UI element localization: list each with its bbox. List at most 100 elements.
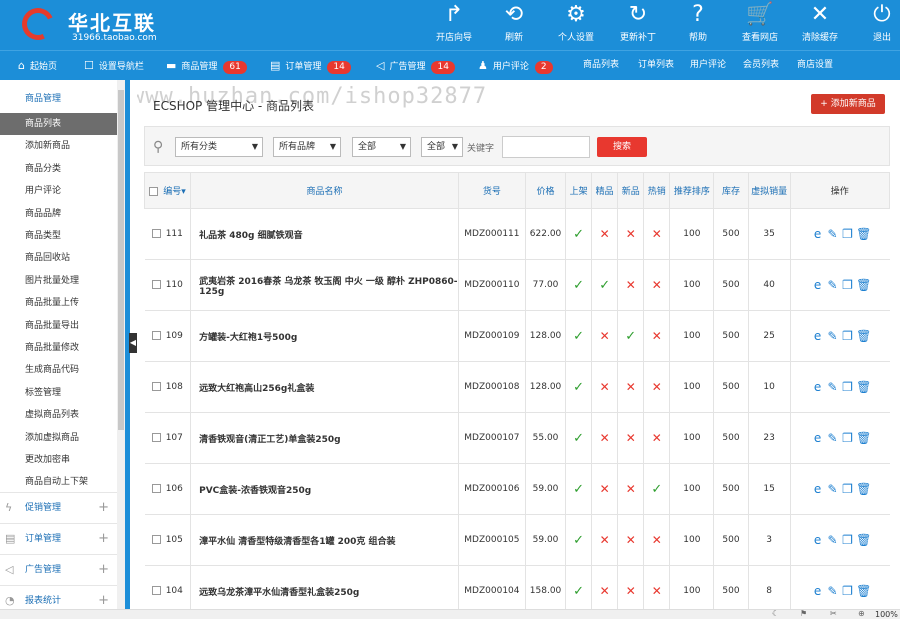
- trash-icon[interactable]: 🗑: [856, 482, 871, 496]
- edit-icon[interactable]: ✎: [826, 584, 839, 598]
- sort-order[interactable]: 100: [669, 259, 714, 311]
- sidebar-collapse-button[interactable]: ◀: [129, 333, 137, 353]
- sidebar-scrollbar[interactable]: [117, 80, 125, 610]
- trash-icon[interactable]: 🗑: [856, 431, 871, 445]
- sort-order[interactable]: 100: [669, 361, 714, 413]
- toolbar-button-4[interactable]: ? 帮助: [674, 0, 722, 50]
- cross-icon[interactable]: ✕: [600, 482, 610, 496]
- nav-item-10[interactable]: 商店设置: [797, 51, 833, 80]
- check-icon[interactable]: ✓: [625, 329, 636, 344]
- brand-select[interactable]: 所有品牌 ▼: [273, 137, 341, 157]
- sidebar-item[interactable]: 商品批量上传: [0, 292, 117, 314]
- copy-icon[interactable]: ❐: [841, 380, 854, 394]
- product-name[interactable]: PVC盒装-浓香铁观音250g: [190, 463, 459, 515]
- sort-caret-icon[interactable]: ▾: [181, 187, 186, 197]
- virtual-sales[interactable]: 35: [747, 208, 791, 260]
- search-button[interactable]: 搜索: [597, 137, 647, 157]
- nav-item-8[interactable]: 用户评论: [690, 51, 726, 80]
- product-name[interactable]: 清香铁观音(清正工艺)单盒装250g: [190, 412, 459, 464]
- sidebar-item[interactable]: 商品分类: [0, 158, 117, 180]
- edit-icon[interactable]: ✎: [826, 227, 839, 241]
- cross-icon[interactable]: ✕: [652, 533, 662, 547]
- toolbar-button-5[interactable]: 🛒 查看网店: [736, 0, 784, 50]
- trash-icon[interactable]: 🗑: [856, 533, 871, 547]
- stock[interactable]: 500: [713, 361, 749, 413]
- cross-icon[interactable]: ✕: [626, 584, 636, 598]
- stock[interactable]: 500: [713, 565, 749, 610]
- cross-icon[interactable]: ✕: [652, 329, 662, 343]
- edit-icon[interactable]: ✎: [826, 482, 839, 496]
- sidebar-item[interactable]: 标签管理: [0, 382, 117, 404]
- sort-order[interactable]: 100: [669, 310, 714, 362]
- nav-item-4[interactable]: ◁ 广告管理 14: [376, 51, 455, 80]
- edit-icon[interactable]: ✎: [826, 431, 839, 445]
- plus-icon[interactable]: +: [98, 555, 109, 585]
- nav-item-0[interactable]: ⌂ 起始页: [18, 51, 57, 80]
- cross-icon[interactable]: ✕: [600, 380, 610, 394]
- row-checkbox[interactable]: [151, 280, 161, 289]
- row-checkbox[interactable]: [151, 535, 161, 544]
- sort-order[interactable]: 100: [669, 463, 714, 515]
- row-checkbox[interactable]: [151, 433, 161, 442]
- edit-icon[interactable]: ✎: [826, 380, 839, 394]
- stock[interactable]: 500: [713, 208, 749, 260]
- view-icon[interactable]: e: [811, 533, 824, 547]
- nav-item-5[interactable]: ♟ 用户评论 2: [478, 51, 553, 80]
- cross-icon[interactable]: ✕: [626, 431, 636, 445]
- sidebar-item[interactable]: 商品自动上下架: [0, 471, 117, 493]
- add-product-button[interactable]: + 添加新商品: [811, 94, 885, 114]
- plus-icon[interactable]: +: [98, 586, 109, 610]
- view-icon[interactable]: e: [811, 431, 824, 445]
- sidebar-item[interactable]: 商品列表: [0, 113, 117, 135]
- virtual-sales[interactable]: 23: [747, 412, 791, 464]
- status-select[interactable]: 全部 ▼: [421, 137, 463, 157]
- cross-icon[interactable]: ✕: [652, 584, 662, 598]
- nav-item-7[interactable]: 订单列表: [638, 51, 674, 80]
- copy-icon[interactable]: ❐: [841, 278, 854, 292]
- nav-item-3[interactable]: ▤ 订单管理 14: [270, 51, 351, 80]
- view-icon[interactable]: e: [811, 380, 824, 394]
- check-icon[interactable]: ✓: [651, 482, 662, 497]
- view-icon[interactable]: e: [811, 227, 824, 241]
- sidebar-header[interactable]: 商品管理: [0, 88, 125, 110]
- stock[interactable]: 500: [713, 310, 749, 362]
- keyword-input[interactable]: [502, 136, 590, 158]
- product-name[interactable]: 远致乌龙茶漳平水仙清香型礼盒装250g: [190, 565, 459, 610]
- check-icon[interactable]: ✓: [573, 227, 584, 242]
- stock[interactable]: 500: [713, 412, 749, 464]
- sidebar-item[interactable]: 添加新商品: [0, 135, 117, 157]
- virtual-sales[interactable]: 25: [747, 310, 791, 362]
- cross-icon[interactable]: ✕: [652, 431, 662, 445]
- product-name[interactable]: 武夷岩茶 2016春茶 乌龙茶 牧玉阁 中火 一级 醇朴 ZHP0860-125…: [190, 259, 459, 311]
- row-checkbox[interactable]: [151, 586, 161, 595]
- nav-item-9[interactable]: 会员列表: [743, 51, 779, 80]
- cross-icon[interactable]: ✕: [600, 533, 610, 547]
- nav-item-2[interactable]: ▬ 商品管理 61: [166, 51, 247, 80]
- cross-icon[interactable]: ✕: [626, 380, 636, 394]
- check-icon[interactable]: ✓: [573, 278, 584, 293]
- edit-icon[interactable]: ✎: [826, 278, 839, 292]
- copy-icon[interactable]: ❐: [841, 533, 854, 547]
- trash-icon[interactable]: 🗑: [856, 584, 871, 598]
- trash-icon[interactable]: 🗑: [856, 278, 871, 292]
- product-name[interactable]: 礼品茶 480g 细腻铁观音: [190, 208, 459, 260]
- status-icon-2[interactable]: ⚑: [800, 609, 807, 618]
- toolbar-button-0[interactable]: ↱ 开店向导: [430, 0, 478, 50]
- sidebar-item[interactable]: 用户评论: [0, 180, 117, 202]
- plus-icon[interactable]: +: [98, 493, 109, 523]
- row-checkbox[interactable]: [151, 331, 161, 340]
- cross-icon[interactable]: ✕: [626, 227, 636, 241]
- sort-order[interactable]: 100: [669, 412, 714, 464]
- trash-icon[interactable]: 🗑: [856, 380, 871, 394]
- check-icon[interactable]: ✓: [573, 482, 584, 497]
- product-name[interactable]: 远致大红袍高山256g礼盒装: [190, 361, 459, 413]
- trash-icon[interactable]: 🗑: [856, 227, 871, 241]
- copy-icon[interactable]: ❐: [841, 431, 854, 445]
- copy-icon[interactable]: ❐: [841, 482, 854, 496]
- select-all-checkbox[interactable]: [149, 187, 159, 196]
- row-checkbox[interactable]: [151, 484, 161, 493]
- virtual-sales[interactable]: 40: [747, 259, 791, 311]
- status-icon-1[interactable]: ☾: [772, 609, 779, 618]
- view-icon[interactable]: e: [811, 482, 824, 496]
- sidebar-item[interactable]: 商品回收站: [0, 247, 117, 269]
